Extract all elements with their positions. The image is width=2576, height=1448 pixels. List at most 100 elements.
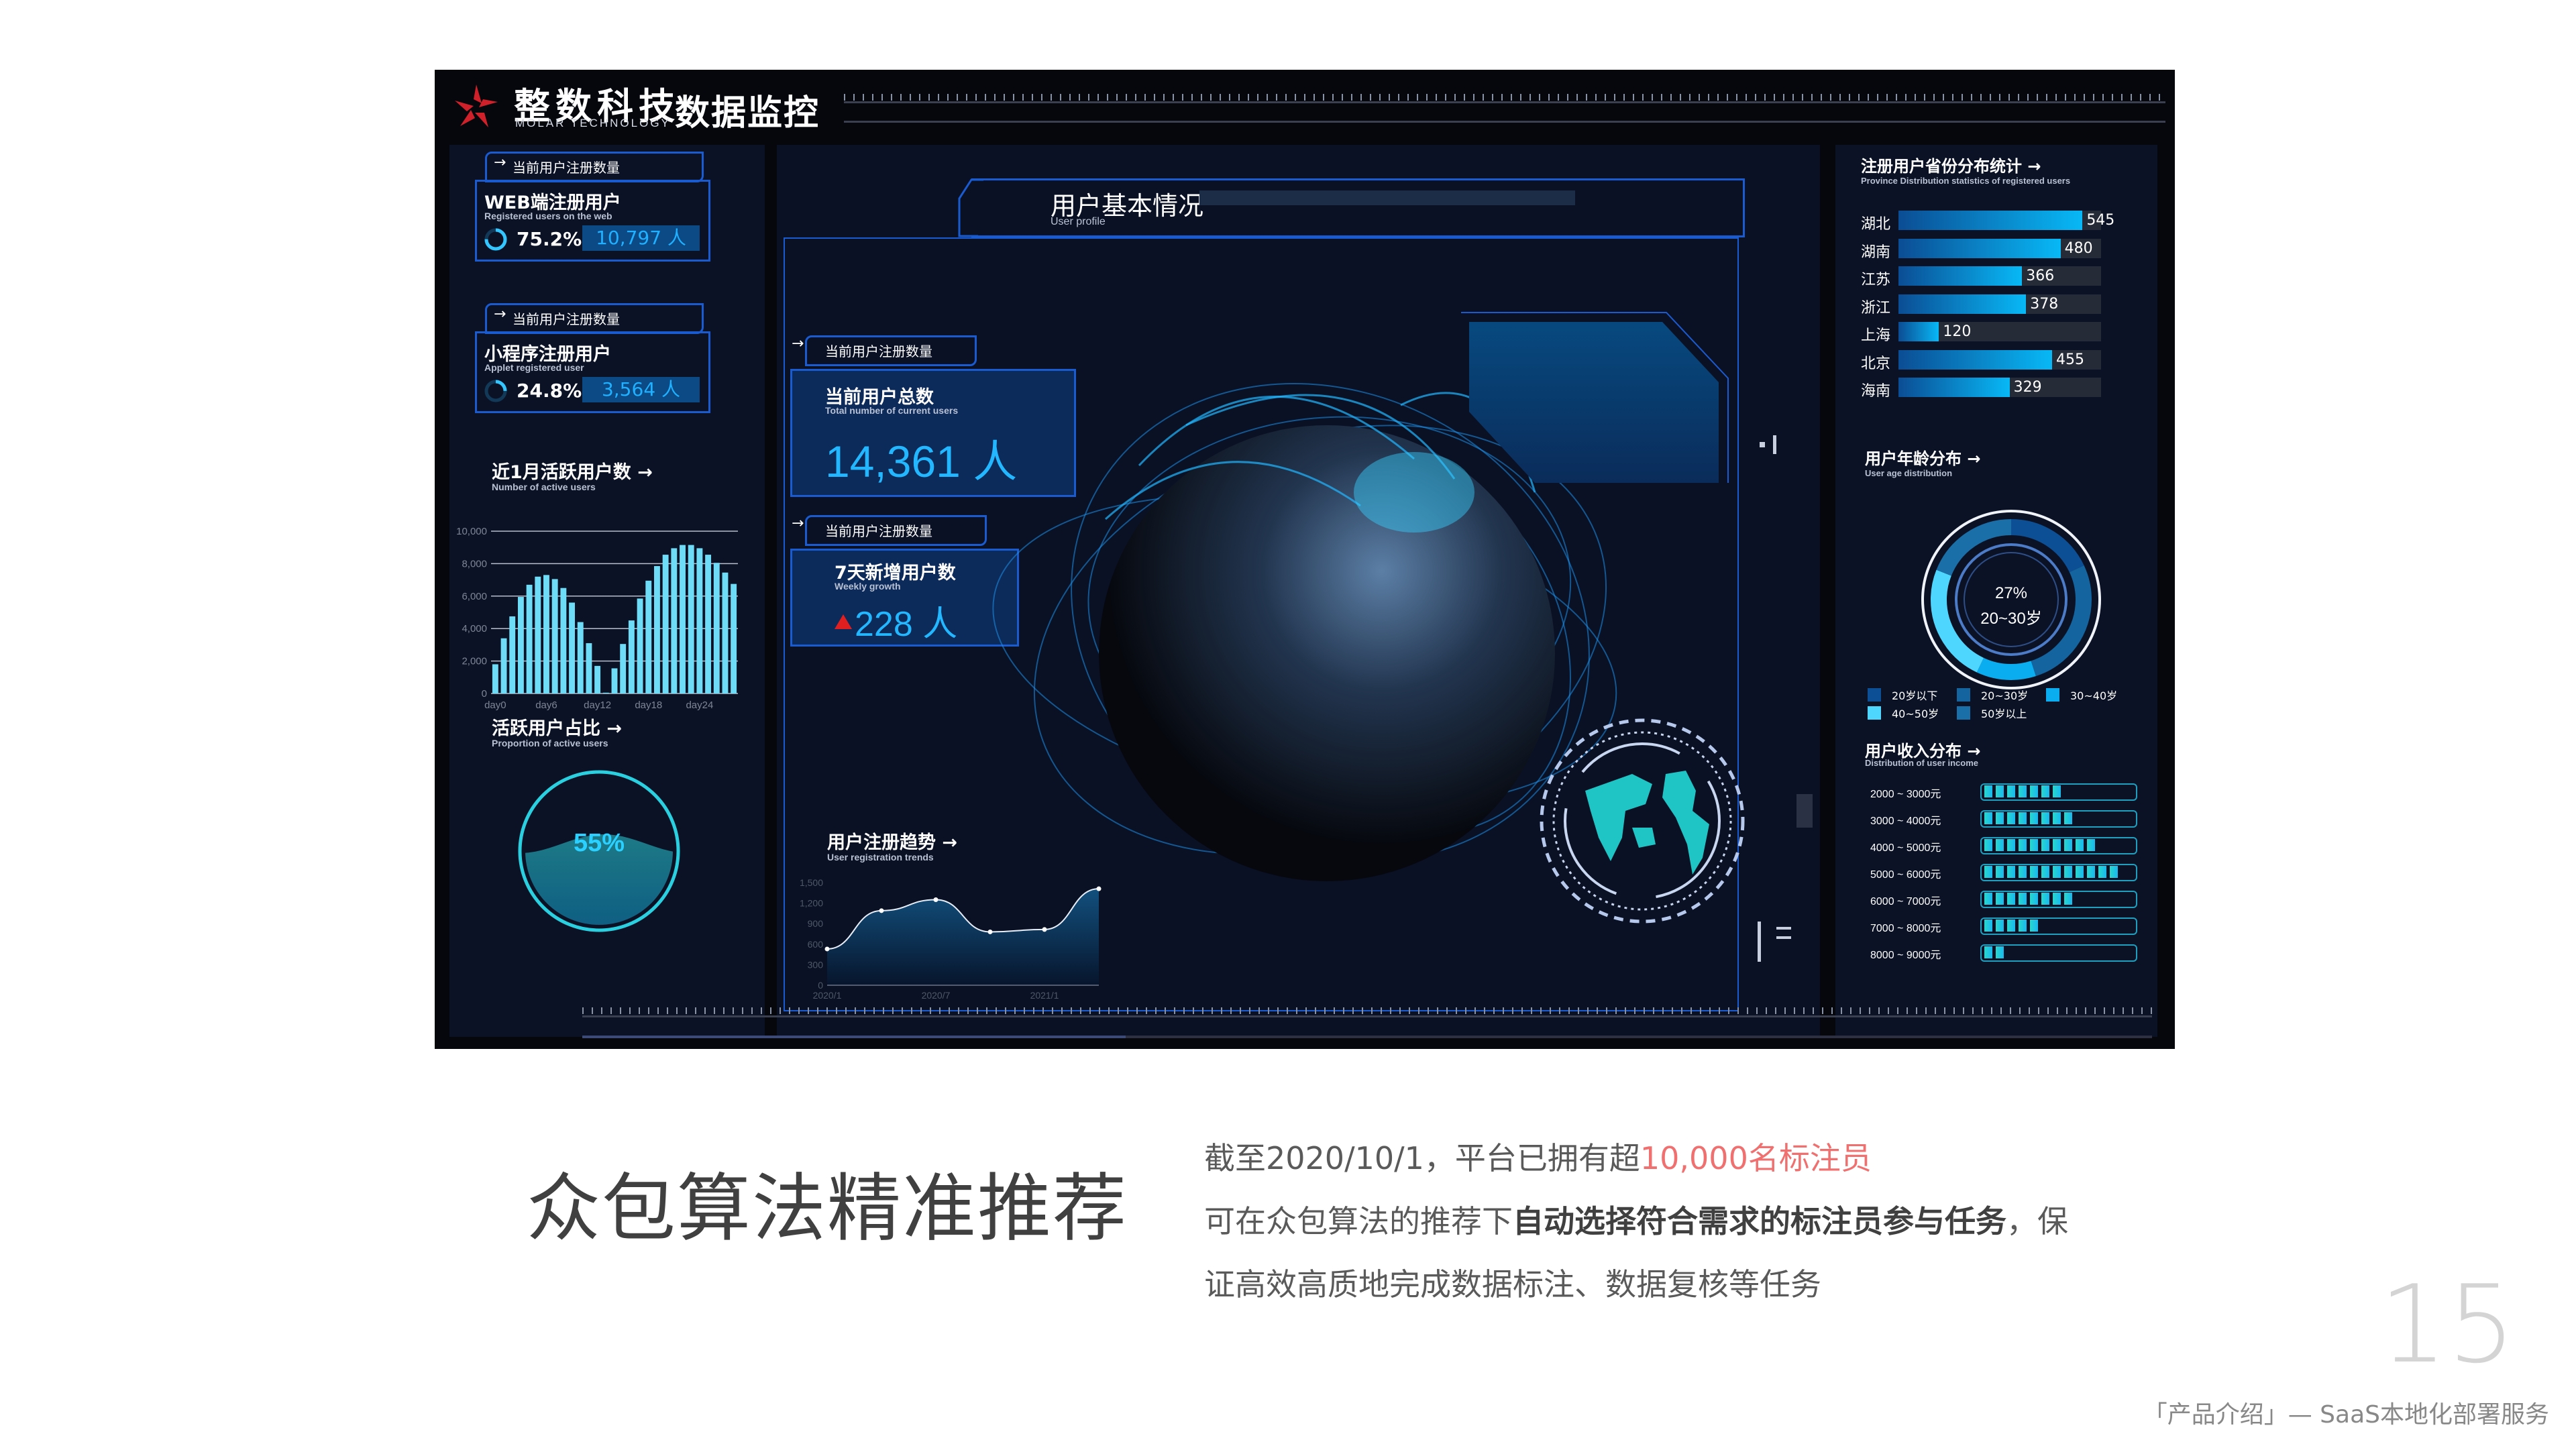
applet-count: 3,564 人 (582, 377, 700, 402)
bar (620, 644, 627, 693)
province-title-text: 注册用户省份分布统计 (1861, 157, 2022, 176)
income-label: 6000 ~ 7000元 (1870, 896, 1941, 907)
card-subtitle: Weekly growth (835, 581, 901, 592)
income-block (2030, 866, 2038, 878)
applet-users-card: → 当前用户注册数量 小程序注册用户 Applet registered use… (475, 303, 743, 424)
legend-item: 20岁以下 (1868, 687, 1937, 703)
income-chart: 2000 ~ 3000元 3000 ~ 4000元 4000 ~ 5000元 5000… (1870, 783, 2152, 985)
arrow-icon: → (792, 515, 804, 532)
slide-footer: 「产品介绍」— SaaS本地化部署服务 (2143, 1401, 2549, 1429)
legend-label: 50岁以上 (1981, 708, 2027, 720)
deco-bar (1776, 936, 1791, 939)
income-track (1980, 944, 2137, 962)
arrow-icon: → (2027, 157, 2041, 176)
income-block (2007, 839, 2015, 851)
card-tab-label: 当前用户注册数量 (825, 523, 932, 539)
bar (509, 616, 516, 693)
income-track (1980, 864, 2137, 881)
bar (551, 579, 558, 693)
web-percent-ring (484, 228, 507, 251)
bar (637, 598, 643, 693)
income-label: 3000 ~ 4000元 (1870, 816, 1941, 827)
bar (492, 664, 498, 693)
bar (654, 566, 660, 693)
section-header-bar (1199, 190, 1575, 205)
legend-item: 40~50岁 (1868, 705, 1939, 721)
income-block (1984, 785, 1992, 797)
income-subtitle: Distribution of user income (1865, 758, 1979, 768)
legend-swatch (1957, 706, 1970, 720)
donut-center-label: 20~30岁 (1980, 610, 2041, 628)
legend-item: 30~40岁 (2046, 687, 2117, 703)
highlight-text: 10,000名标注员 (1640, 1140, 1872, 1176)
x-tick-label: day6 (535, 700, 557, 711)
arrow-icon: → (792, 335, 804, 352)
province-row: 海南 329 (1861, 378, 2129, 400)
income-block (1996, 893, 2004, 905)
trend-title: 用户注册趋势 → (827, 828, 957, 854)
income-block (1984, 839, 1992, 851)
deco-bar (1796, 794, 1813, 828)
active-ratio-value: 55% (574, 829, 625, 857)
bar (594, 665, 601, 693)
income-block (2019, 812, 2027, 824)
bar (731, 583, 737, 693)
y-tick-label: 4,000 (462, 623, 487, 634)
income-block (2041, 839, 2049, 851)
province-label: 海南 (1861, 383, 1891, 400)
income-block (2030, 812, 2038, 824)
bar (722, 572, 729, 693)
info-display-block (1461, 312, 1729, 483)
income-block (1996, 920, 2004, 932)
income-block (2007, 893, 2015, 905)
income-block (2076, 839, 2084, 851)
header-divider (844, 101, 2165, 103)
paragraph-line-2: 可在众包算法的推荐下自动选择符合需求的标注员参与任务，保 (1204, 1190, 2143, 1253)
income-block (1984, 812, 1992, 824)
province-row: 浙江 378 (1861, 294, 2129, 317)
x-tick-label: day12 (584, 700, 611, 711)
province-row: 上海 120 (1861, 322, 2129, 344)
income-track (1980, 891, 2137, 908)
arrow-icon: → (637, 462, 653, 483)
bar (577, 622, 584, 693)
income-row: 8000 ~ 9000元 (1870, 944, 2152, 963)
slide-paragraph: 截至2020/10/1，平台已拥有超10,000名标注员 可在众包算法的推荐下自… (1204, 1127, 2143, 1316)
age-donut-chart: 27% 20~30岁 (1921, 510, 2101, 689)
paragraph-line-1: 截至2020/10/1，平台已拥有超10,000名标注员 (1204, 1127, 2143, 1190)
province-row: 湖北 545 (1861, 211, 2129, 233)
income-block (1996, 839, 2004, 851)
registration-trend-chart: 0 300 600 900 1,200 1,500 2020/1 2020/7 2021/1 (800, 877, 1102, 1001)
province-bar (1898, 349, 2053, 370)
web-users-card: → 当前用户注册数量 WEB端注册用户 Registered users on … (475, 152, 743, 272)
income-block (2007, 920, 2015, 932)
income-track (1980, 917, 2137, 935)
footer-divider (582, 1015, 2152, 1017)
bar (705, 555, 712, 693)
legend-label: 20岁以下 (1892, 689, 1938, 702)
bar (560, 588, 567, 693)
legend-label: 30~40岁 (2070, 689, 2118, 702)
legend-item: 20~30岁 (1957, 687, 2028, 703)
arrow-icon: → (494, 306, 506, 323)
income-block (2041, 893, 2049, 905)
bar (569, 602, 575, 693)
card-tab-label: 当前用户注册数量 (513, 311, 620, 327)
income-block (2007, 866, 2015, 878)
legend-label: 20~30岁 (1981, 689, 2029, 702)
bar (688, 545, 694, 693)
data-point (824, 946, 830, 952)
income-block (1984, 920, 1992, 932)
income-block (2053, 893, 2061, 905)
header-divider (844, 121, 2165, 123)
bar (645, 580, 652, 693)
bar (526, 584, 533, 693)
bar (680, 545, 686, 693)
income-block (1996, 785, 2004, 797)
legend-swatch (2046, 688, 2059, 702)
income-row: 7000 ~ 8000元 (1870, 917, 2152, 936)
bar (662, 555, 669, 693)
active-users-subtitle: Number of active users (492, 482, 596, 492)
province-bar (1898, 294, 2027, 314)
bar (517, 597, 524, 693)
